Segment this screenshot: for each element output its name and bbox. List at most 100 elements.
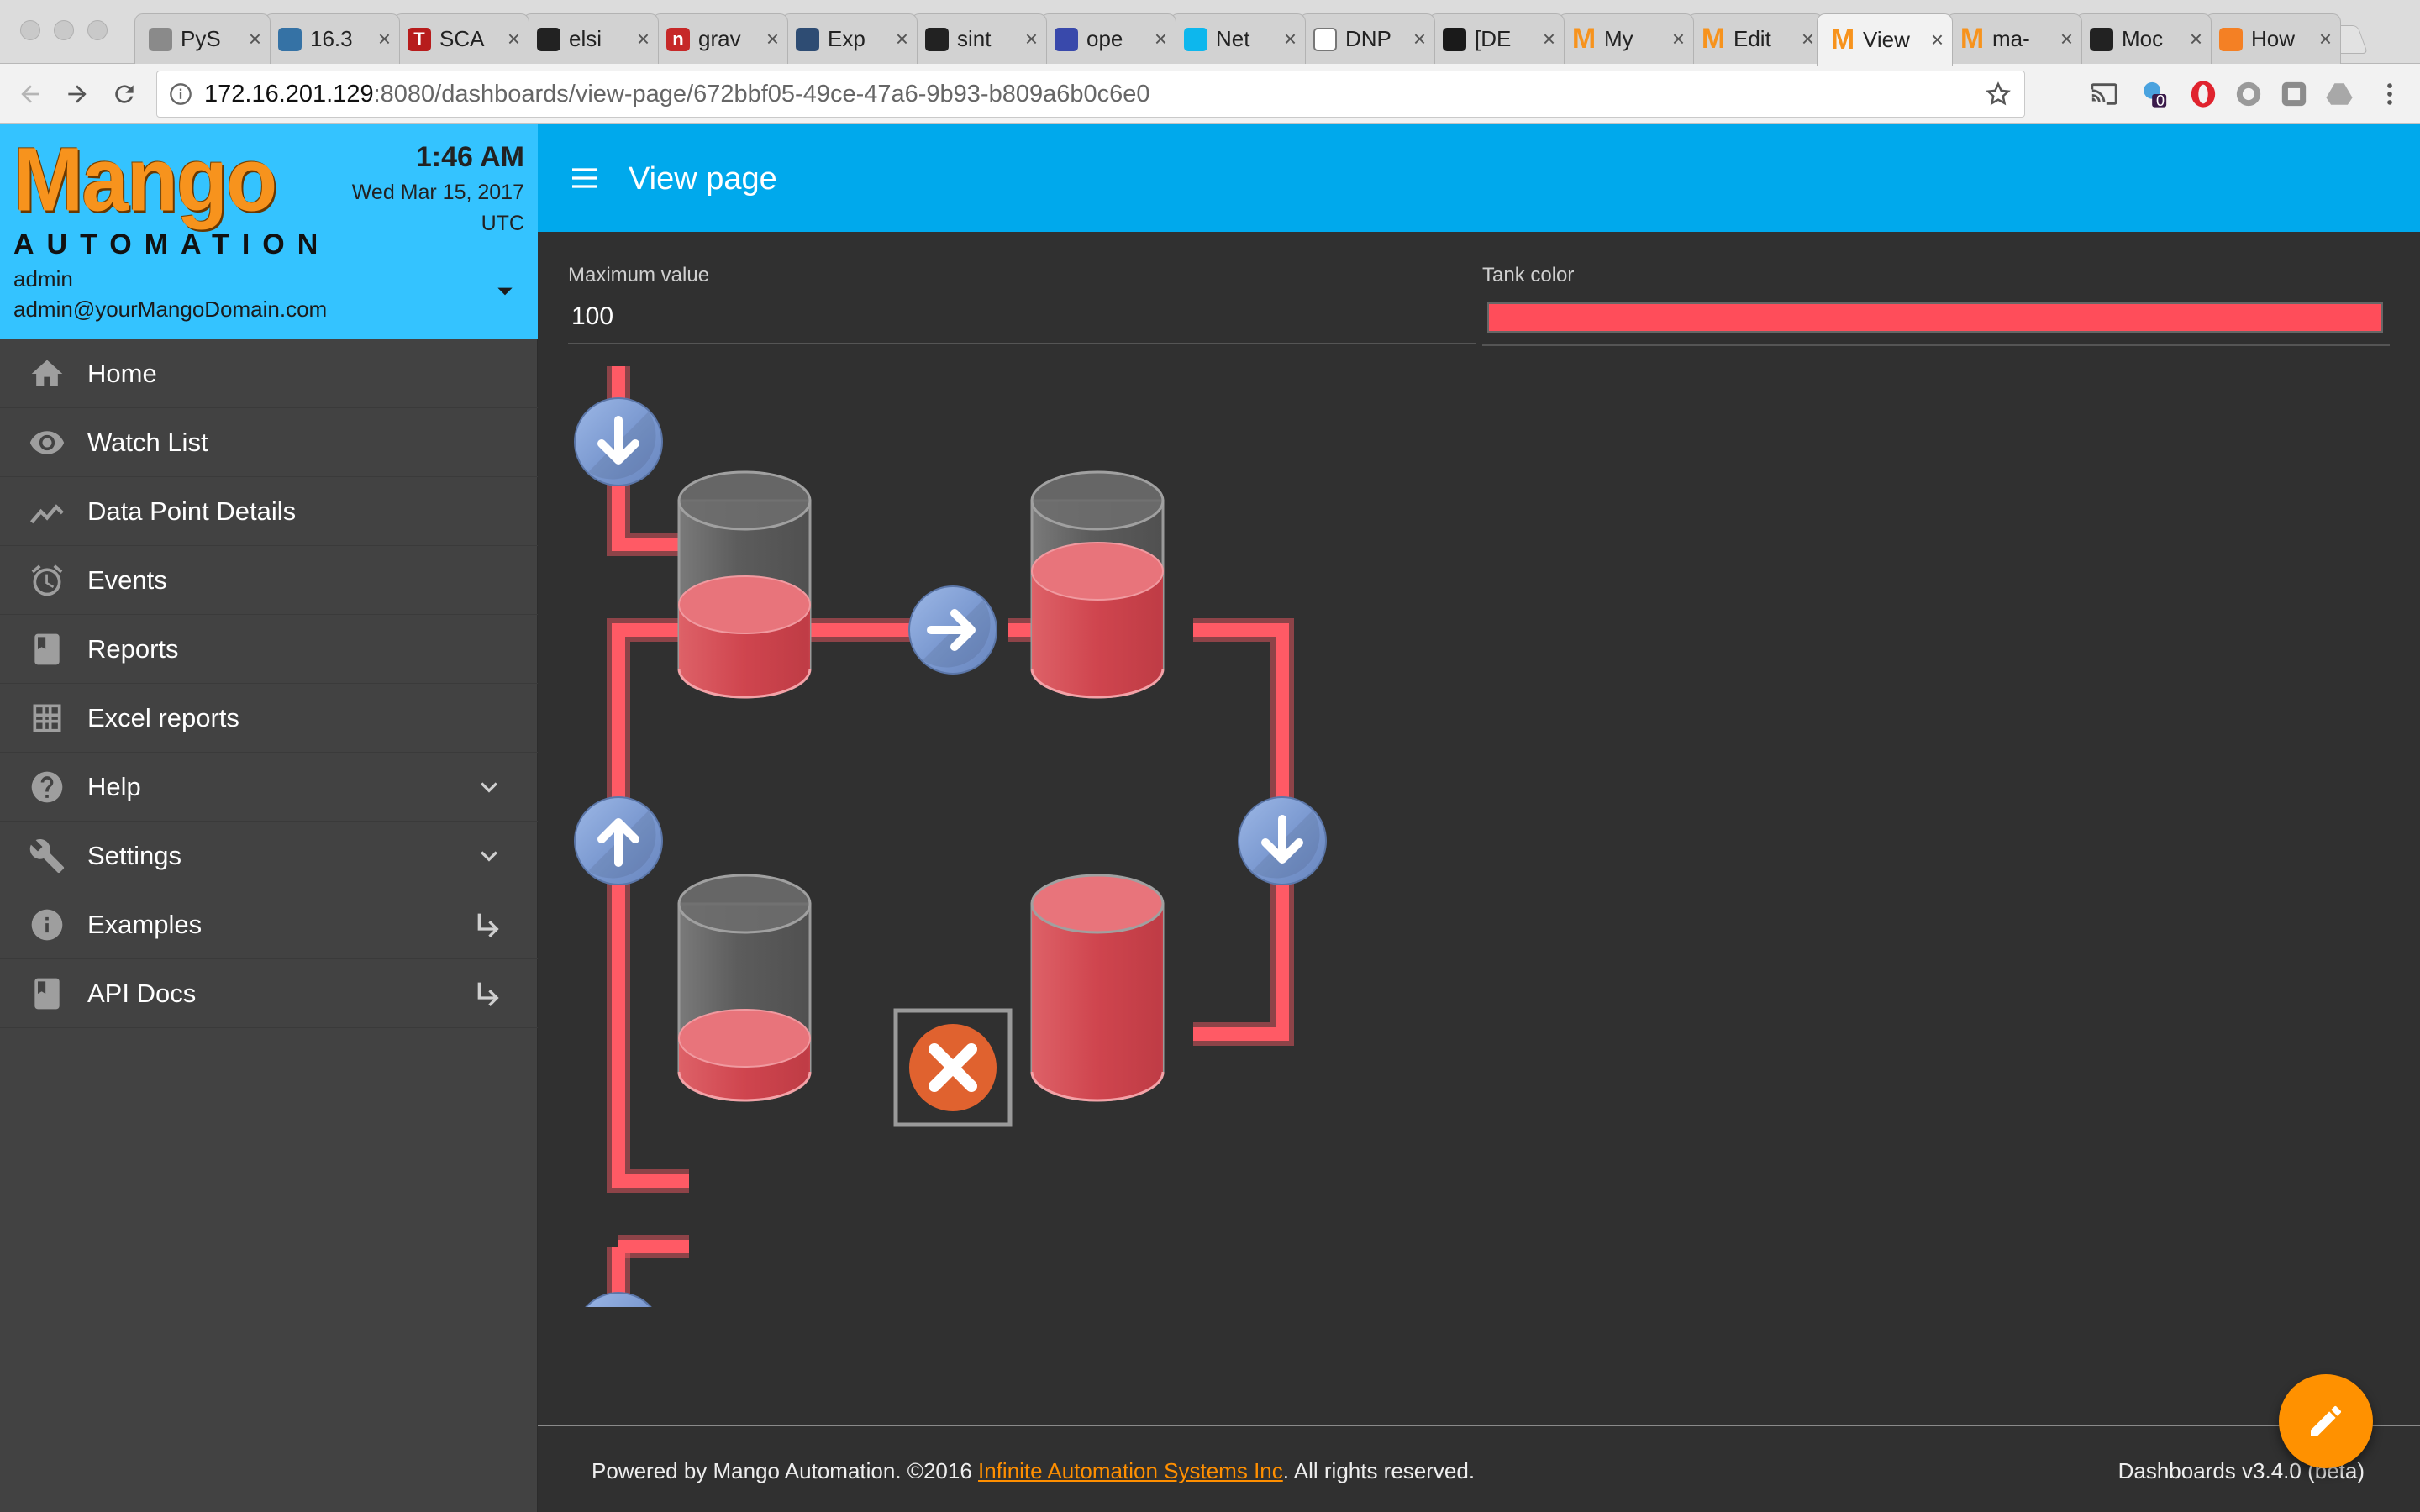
url-host: 172.16.201.129 <box>204 80 374 108</box>
tank-liquid-surface <box>678 575 811 634</box>
valve-closed[interactable] <box>893 1008 1013 1127</box>
browser-tab[interactable]: ope × <box>1040 13 1176 64</box>
tab-close-icon[interactable]: × <box>1802 26 1814 52</box>
browser-tab[interactable]: PyS × <box>134 13 271 64</box>
browser-tab[interactable]: T SCA × <box>393 13 529 64</box>
maximum-value-field[interactable]: Maximum value 100 <box>568 264 1476 344</box>
clock-date: Wed Mar 15, 2017 <box>351 181 524 204</box>
sidebar-item-reports[interactable]: Reports <box>0 615 538 684</box>
tab-close-icon[interactable]: × <box>1284 26 1297 52</box>
sidebar-item-label: Home <box>87 358 157 388</box>
sidebar-menu: Home Watch List Data Point Details Events Re… <box>0 339 538 1028</box>
sidebar-item-events[interactable]: Events <box>0 546 538 615</box>
tank-bottom-right[interactable] <box>1030 874 1165 1102</box>
pump-body <box>585 1292 652 1307</box>
window-close-button[interactable] <box>20 20 40 40</box>
user-info[interactable]: admin admin@yourMangoDomain.com <box>13 264 327 324</box>
python-icon <box>278 27 302 51</box>
tank-top-right[interactable] <box>1030 470 1165 699</box>
browser-tab[interactable]: Exp × <box>781 13 918 64</box>
tab-close-icon[interactable]: × <box>508 26 520 52</box>
tab-close-icon[interactable]: × <box>1931 27 1944 53</box>
tab-title: ma- <box>1992 26 2030 51</box>
tab-close-icon[interactable]: × <box>378 26 391 52</box>
tab-close-icon[interactable]: × <box>1543 26 1555 52</box>
tab-close-icon[interactable]: × <box>2190 26 2202 52</box>
extension-icon[interactable]: 0 <box>2138 77 2171 111</box>
sidebar-item-home[interactable]: Home <box>0 339 538 408</box>
tab-close-icon[interactable]: × <box>1672 26 1685 52</box>
cast-icon[interactable] <box>2087 77 2121 111</box>
pump-inlet[interactable] <box>574 397 663 486</box>
github-icon <box>2090 27 2113 51</box>
forward-button[interactable] <box>59 76 96 113</box>
browser-tab[interactable]: Mma- × <box>1946 13 2082 64</box>
bookmark-star-icon[interactable] <box>1986 81 2011 107</box>
tab-close-icon[interactable]: × <box>896 26 908 52</box>
edit-page-button[interactable] <box>2279 1374 2373 1468</box>
tab-close-icon[interactable]: × <box>249 26 261 52</box>
tank-color-field[interactable]: Tank color <box>1482 264 2390 346</box>
browser-tab[interactable]: DNP × <box>1299 13 1435 64</box>
browser-tab[interactable]: M Edit × <box>1687 13 1823 64</box>
tab-close-icon[interactable]: × <box>766 26 779 52</box>
tab-title: My <box>1604 26 1634 51</box>
tab-title: Exp <box>828 26 865 51</box>
browser-tab[interactable]: How × <box>2205 13 2341 64</box>
browser-tab[interactable]: [DE × <box>1428 13 1565 64</box>
window-minimize-button[interactable] <box>54 20 74 40</box>
tab-close-icon[interactable]: × <box>2319 26 2332 52</box>
help-icon <box>27 767 67 807</box>
maximum-value-input[interactable]: 100 <box>568 302 1476 331</box>
tab-close-icon[interactable]: × <box>1155 26 1167 52</box>
tab-title: 16.3 <box>310 26 353 51</box>
back-button[interactable] <box>12 76 49 113</box>
window-maximize-button[interactable] <box>87 20 108 40</box>
tab-close-icon[interactable]: × <box>1025 26 1038 52</box>
browser-tab[interactable]: M View × <box>1817 13 1953 66</box>
browser-tab[interactable]: M My × <box>1558 13 1694 64</box>
browser-tab[interactable]: sint × <box>911 13 1047 64</box>
mango-logo[interactable]: Mango AUTOMATION <box>13 134 330 261</box>
sidebar-item-settings[interactable]: Settings <box>0 822 538 890</box>
sidebar-header: Mango AUTOMATION 1:46 AM Wed Mar 15, 201… <box>0 124 538 339</box>
tank-top-left[interactable] <box>677 470 812 699</box>
tank-diagram <box>574 366 1327 1307</box>
sidebar-item-help[interactable]: Help <box>0 753 538 822</box>
info-icon[interactable] <box>169 82 192 106</box>
pump-transfer[interactable] <box>908 585 997 675</box>
sidebar-item-watch-list[interactable]: Watch List <box>0 408 538 477</box>
menu-icon[interactable] <box>568 161 602 195</box>
browser-tab[interactable]: Net × <box>1170 13 1306 64</box>
chart-line-icon <box>27 491 67 532</box>
browser-tab[interactable]: elsi × <box>523 13 659 64</box>
reload-button[interactable] <box>106 76 143 113</box>
user-dropdown-icon[interactable] <box>494 281 516 302</box>
extension-square-icon[interactable] <box>2277 77 2311 111</box>
pump-outlet[interactable] <box>575 1292 662 1307</box>
tab-close-icon[interactable]: × <box>637 26 650 52</box>
extension-grey-icon[interactable] <box>2232 77 2265 111</box>
tank-bottom-left[interactable] <box>677 874 812 1102</box>
sidebar-item-examples[interactable]: Examples <box>0 890 538 959</box>
github-icon <box>925 27 949 51</box>
pump-right[interactable] <box>1238 796 1327 885</box>
eye-icon <box>27 423 67 463</box>
username: admin <box>13 266 73 291</box>
pump-return[interactable] <box>574 796 663 885</box>
browser-tab[interactable]: n grav × <box>652 13 788 64</box>
sidebar-item-data-point-details[interactable]: Data Point Details <box>0 477 538 546</box>
opera-icon[interactable] <box>2186 77 2220 111</box>
tab-close-icon[interactable]: × <box>1413 26 1426 52</box>
tab-close-icon[interactable]: × <box>2060 26 2073 52</box>
tank-color-swatch[interactable] <box>1487 302 2383 333</box>
sidebar-item-excel-reports[interactable]: Excel reports <box>0 684 538 753</box>
more-menu-icon[interactable] <box>2373 77 2407 111</box>
extension-badge: 0 <box>2156 92 2165 109</box>
browser-tab[interactable]: Moc × <box>2075 13 2212 64</box>
sidebar-item-api-docs[interactable]: API Docs <box>0 959 538 1028</box>
browser-tab[interactable]: 16.3 × <box>264 13 400 64</box>
address-bar[interactable]: 172.16.201.129:8080/dashboards/view-page… <box>156 71 2025 118</box>
drive-icon[interactable] <box>2323 77 2356 111</box>
company-link[interactable]: Infinite Automation Systems Inc <box>978 1458 1283 1483</box>
